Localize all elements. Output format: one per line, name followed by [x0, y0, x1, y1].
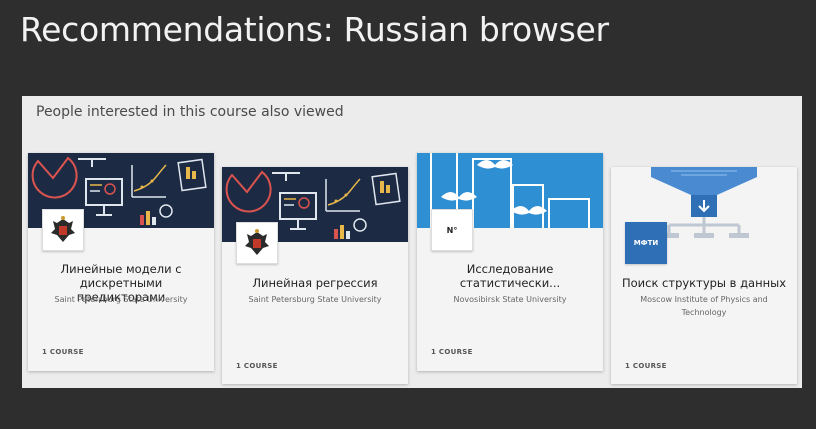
- course-card[interactable]: МФТИ Поиск структуры в данных Moscow Ins…: [611, 167, 797, 384]
- card-course-count: 1 COURSE: [431, 348, 473, 356]
- card-org: Saint Petersburg State University: [248, 295, 382, 304]
- nsu-logo-text: N°: [446, 225, 458, 235]
- card-course-count: 1 COURSE: [42, 348, 84, 356]
- card-course-count: 1 COURSE: [625, 362, 667, 370]
- mipt-logo: МФТИ: [625, 222, 667, 264]
- card-title-line1: Линейные модели с: [60, 262, 182, 276]
- card-title-line1: Исследование: [466, 262, 554, 276]
- spbu-crest-logo: [42, 209, 84, 251]
- slide-title: Recommendations: Russian browser: [20, 10, 609, 49]
- card-org: Saint Petersburg State University: [54, 295, 188, 304]
- nsu-logo: N°: [431, 209, 473, 251]
- course-card[interactable]: Линейная регрессия Saint Petersburg Stat…: [222, 167, 408, 384]
- card-course-count: 1 COURSE: [236, 362, 278, 370]
- course-card[interactable]: Линейные модели с дискретными предиктора…: [28, 153, 214, 371]
- spbu-crest-logo: [236, 222, 278, 264]
- card-title: Поиск структуры в данных: [621, 276, 787, 290]
- mipt-logo-text: МФТИ: [633, 239, 659, 247]
- panel-heading: People interested in this course also vi…: [36, 104, 344, 120]
- card-title-line2: статистически...: [459, 276, 561, 290]
- card-org-line2: Technology: [681, 308, 727, 317]
- course-card[interactable]: N° Исследование статистически... Novosib…: [417, 153, 603, 371]
- card-title: Линейная регрессия: [252, 276, 378, 290]
- recommendations-panel: People interested in this course also vi…: [22, 96, 802, 388]
- card-org: Novosibirsk State University: [453, 295, 567, 304]
- card-org-line1: Moscow Institute of Physics and: [640, 295, 768, 304]
